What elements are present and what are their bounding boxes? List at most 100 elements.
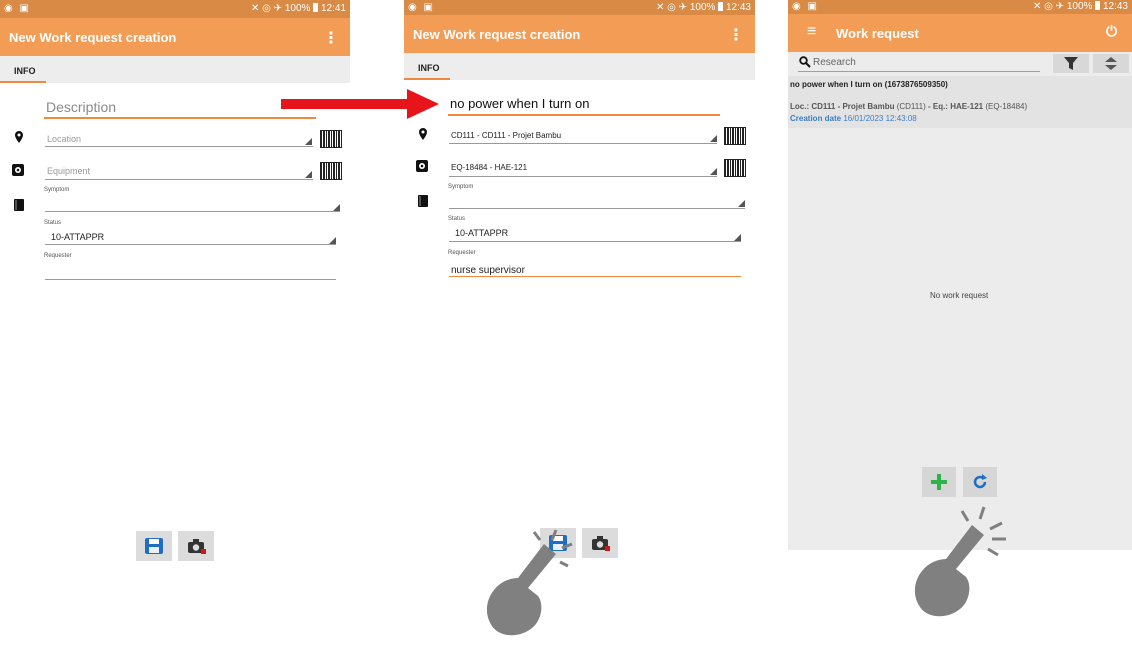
list-item[interactable]: no power when I turn on (1673876509350) … <box>788 76 1132 128</box>
book-icon <box>14 199 24 211</box>
equipment-barcode-icon[interactable] <box>320 162 342 180</box>
battery-level: 100% <box>689 2 716 13</box>
status-icons: ✕ ◎ ✈ <box>656 2 688 13</box>
search-icon <box>799 56 811 68</box>
equipment-barcode-icon[interactable] <box>724 159 746 177</box>
equipment-gear-icon <box>416 160 428 172</box>
equipment-input[interactable]: Equipment <box>47 166 90 176</box>
sort-icon <box>1105 57 1117 70</box>
page-title: New Work request creation <box>413 27 581 42</box>
location-pin-icon <box>419 128 427 140</box>
battery-icon <box>1095 1 1101 10</box>
equipment-underline <box>45 179 313 180</box>
symptom-underline <box>45 211 340 212</box>
location-dropdown-icon[interactable] <box>305 138 312 145</box>
page-title: New Work request creation <box>9 30 177 45</box>
status-dropdown-icon[interactable] <box>734 234 741 241</box>
equipment-dropdown-icon[interactable] <box>710 168 717 175</box>
filter-button[interactable] <box>1053 54 1089 73</box>
equipment-gear-icon <box>12 164 24 176</box>
status-right: ✕ ◎ ✈ 100% 12:41 <box>251 0 346 18</box>
symptom-dropdown-icon[interactable] <box>333 204 340 211</box>
clock: 12:41 <box>320 3 346 14</box>
requester-label: Requester <box>44 253 72 259</box>
app-bar: New Work request creation ⋮ <box>0 18 350 56</box>
status-right: ✕ ◎ ✈ 100% 12:43 <box>656 0 751 15</box>
app-bar: ≡ Work request ⏻ <box>788 14 1132 52</box>
book-icon <box>418 195 428 207</box>
power-icon[interactable]: ⏻ <box>1106 23 1117 40</box>
status-dropdown-icon[interactable] <box>329 237 336 244</box>
save-icon <box>145 538 163 554</box>
clock: 12:43 <box>1102 1 1128 12</box>
location-pin-icon <box>15 131 23 143</box>
location-underline <box>45 146 313 147</box>
requester-label: Requester <box>448 250 476 256</box>
screen-work-request-list: ◉ ▣ ✕ ◎ ✈ 100% 12:43 ≡ Work request ⏻ Re… <box>788 0 1132 550</box>
description-input[interactable]: no power when I turn on <box>450 96 589 111</box>
equipment-dropdown-icon[interactable] <box>305 171 312 178</box>
symptom-dropdown-icon[interactable] <box>738 200 745 207</box>
list-item-title: no power when I turn on (1673876509350) <box>790 80 948 89</box>
battery-icon <box>313 3 319 12</box>
screen-new-request-filled: ◉ ▣ ✕ ◎ ✈ 100% 12:43 New Work request cr… <box>404 0 755 600</box>
tab-info[interactable]: INFO <box>418 63 440 73</box>
symptom-label: Symptom <box>44 187 70 193</box>
description-underline <box>44 117 316 119</box>
location-input[interactable]: Location <box>47 134 81 144</box>
equipment-underline <box>449 176 717 177</box>
status-icons: ✕ ◎ ✈ <box>1033 1 1065 12</box>
status-bar: ◉ ▣ ✕ ◎ ✈ 100% 12:43 <box>788 0 1132 14</box>
camera-button[interactable] <box>582 528 618 558</box>
tab-bar: INFO <box>404 53 755 80</box>
location-underline <box>449 143 717 144</box>
hamburger-menu-icon[interactable]: ≡ <box>807 23 816 41</box>
status-label: Status <box>44 220 62 226</box>
battery-level: 100% <box>284 3 311 14</box>
equipment-select[interactable]: EQ-18484 - HAE-121 <box>451 163 527 172</box>
location-dropdown-icon[interactable] <box>710 135 717 142</box>
requester-underline <box>449 276 741 277</box>
add-button[interactable] <box>922 467 956 497</box>
status-right: ✕ ◎ ✈ 100% 12:43 <box>1033 0 1128 14</box>
camera-icon <box>188 539 206 554</box>
list-item-location: Loc.: CD111 - Projet Bambu (CD111) - Eq.… <box>790 102 1028 111</box>
tab-info[interactable]: INFO <box>14 66 36 76</box>
location-barcode-icon[interactable] <box>320 130 342 148</box>
overflow-menu-icon[interactable]: ⋮ <box>323 28 339 48</box>
status-left-icons: ◉ ▣ <box>408 2 435 13</box>
refresh-icon <box>973 474 987 489</box>
tab-indicator <box>404 78 450 80</box>
save-button[interactable] <box>136 531 172 561</box>
add-icon <box>931 474 947 490</box>
sort-button[interactable] <box>1093 54 1129 73</box>
symptom-label: Symptom <box>448 184 474 190</box>
camera-icon <box>592 536 610 551</box>
status-underline <box>45 244 336 245</box>
status-underline <box>449 241 741 242</box>
symptom-underline <box>449 208 745 209</box>
list-item-date: Creation date 16/01/2023 12:43:08 <box>790 114 917 123</box>
description-underline <box>448 114 720 116</box>
camera-button[interactable] <box>178 531 214 561</box>
status-bar: ◉ ▣ ✕ ◎ ✈ 100% 12:41 <box>0 0 350 18</box>
hand-pointer-icon <box>914 506 1006 617</box>
requester-input[interactable]: nurse supervisor <box>451 265 525 276</box>
search-underline <box>798 71 1040 72</box>
search-bar: Research <box>788 52 1132 76</box>
hand-pointer-icon <box>486 529 573 636</box>
status-select[interactable]: 10-ATTAPPR <box>455 228 508 238</box>
requester-input[interactable] <box>45 279 336 280</box>
filter-icon <box>1064 57 1078 70</box>
status-select[interactable]: 10-ATTAPPR <box>51 232 104 242</box>
search-input[interactable]: Research <box>813 57 856 68</box>
location-barcode-icon[interactable] <box>724 127 746 145</box>
overflow-menu-icon[interactable]: ⋮ <box>728 25 744 45</box>
battery-icon <box>718 2 724 11</box>
tab-bar: INFO <box>0 56 350 83</box>
location-select[interactable]: CD111 - CD111 - Projet Bambu <box>451 131 561 140</box>
refresh-button[interactable] <box>963 467 997 497</box>
description-input[interactable]: Description <box>46 99 116 115</box>
page-title: Work request <box>836 26 919 41</box>
app-bar: New Work request creation ⋮ <box>404 15 755 53</box>
